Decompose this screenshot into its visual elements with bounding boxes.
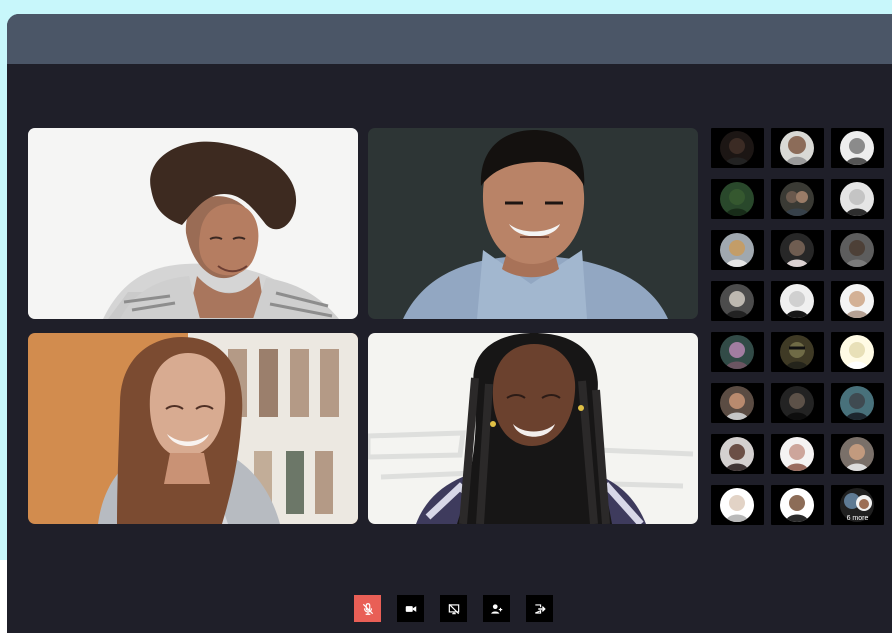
video-camera-icon [405, 605, 416, 612]
participant-thumbnail[interactable] [831, 128, 884, 168]
avatar [840, 284, 874, 318]
participant-thumbnail[interactable] [831, 281, 884, 321]
participant-video-frame [368, 333, 698, 524]
screen-share-off-icon [448, 603, 459, 614]
avatar [720, 437, 754, 471]
participants-icon [490, 603, 502, 614]
participant-thumbnail[interactable] [831, 332, 884, 372]
participant-thumbnail[interactable] [771, 128, 824, 168]
video-tile-participant-4[interactable] [368, 333, 698, 524]
participant-thumbnail[interactable] [711, 281, 764, 321]
participant-thumbnail[interactable] [711, 485, 764, 525]
participant-thumbnail[interactable] [831, 230, 884, 270]
participant-thumbnail[interactable] [711, 383, 764, 423]
avatar [780, 284, 814, 318]
participant-video-frame [28, 333, 358, 524]
participant-thumbnail-more[interactable]: 6 more [831, 485, 884, 525]
leave-icon [534, 603, 546, 614]
participant-thumbnail[interactable] [771, 383, 824, 423]
window-titlebar [7, 14, 892, 64]
avatar [780, 182, 814, 216]
participant-thumbnail[interactable] [711, 434, 764, 474]
participant-video-frame [28, 128, 358, 319]
meeting-window: 6 more [7, 14, 892, 633]
participant-thumbnail[interactable] [831, 179, 884, 219]
avatar [840, 131, 874, 165]
video-tile-participant-1[interactable] [28, 128, 358, 319]
avatar [780, 437, 814, 471]
avatar [720, 131, 754, 165]
avatar [720, 335, 754, 369]
avatar [780, 488, 814, 522]
avatar [720, 182, 754, 216]
video-tile-participant-2[interactable] [368, 128, 698, 319]
avatar [840, 233, 874, 267]
avatar [840, 182, 874, 216]
participant-thumbnail[interactable] [771, 230, 824, 270]
call-controls [354, 595, 553, 622]
camera-button[interactable] [397, 595, 424, 622]
leave-call-button[interactable] [526, 595, 553, 622]
participant-thumbnail[interactable] [711, 128, 764, 168]
avatar [780, 131, 814, 165]
participant-thumbnail[interactable] [771, 281, 824, 321]
avatar [720, 233, 754, 267]
participant-thumbnail[interactable] [771, 179, 824, 219]
avatar [780, 335, 814, 369]
participant-thumbnail[interactable] [771, 332, 824, 372]
screen-share-button[interactable] [440, 595, 467, 622]
avatar [720, 386, 754, 420]
participant-thumbnail[interactable] [831, 434, 884, 474]
avatar [840, 335, 874, 369]
avatar [840, 386, 874, 420]
participant-thumbnail[interactable] [711, 179, 764, 219]
participant-thumbnail[interactable] [771, 434, 824, 474]
more-participants-label: 6 more [846, 515, 869, 522]
avatar [720, 284, 754, 318]
video-tile-participant-3[interactable] [28, 333, 358, 524]
participant-thumbnail[interactable] [711, 230, 764, 270]
participant-video-frame [368, 128, 698, 319]
avatar [840, 437, 874, 471]
mic-off-icon [362, 602, 373, 615]
mute-mic-button[interactable] [354, 595, 381, 622]
participant-thumbnail[interactable] [711, 332, 764, 372]
avatar [720, 488, 754, 522]
participant-thumbnail[interactable] [831, 383, 884, 423]
participants-button[interactable] [483, 595, 510, 622]
avatar [780, 386, 814, 420]
avatar [780, 233, 814, 267]
participant-thumbnail[interactable] [771, 485, 824, 525]
